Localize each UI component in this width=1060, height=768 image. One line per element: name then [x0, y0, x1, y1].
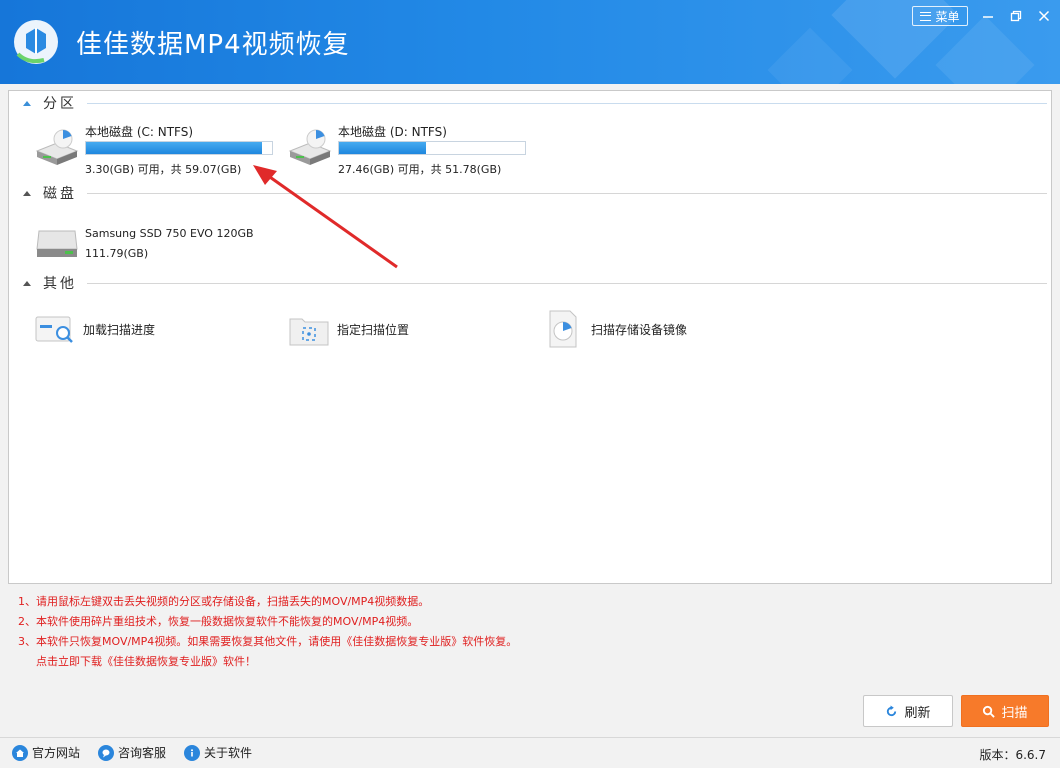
- divider: [87, 282, 1047, 284]
- search-icon: [983, 705, 996, 718]
- ssd-icon: [36, 230, 78, 257]
- refresh-label: 刷新: [904, 705, 931, 721]
- title-bar: 佳佳数据MP4视频恢复 菜单: [0, 0, 1060, 84]
- note-line: 1、请用鼠标左键双击丢失视频的分区或存储设备，扫描丢失的MOV/MP4视频数据。: [18, 595, 430, 608]
- status-bar: 官方网站 咨询客服 关于软件 版本：6.6.7: [0, 737, 1060, 768]
- disk-image-item[interactable]: 扫描存储设备镜像: [541, 309, 687, 349]
- chat-icon: [98, 744, 114, 761]
- usage-bar: [85, 141, 273, 155]
- device-panel: 分区 本地磁盘 (C: NTFS) 3.30(GB) 可用，共 59.07(GB…: [8, 90, 1052, 584]
- restore-button[interactable]: [1004, 6, 1028, 26]
- minimize-button[interactable]: [976, 6, 1000, 26]
- disk-image-icon: [541, 309, 585, 349]
- note-line: 3、本软件只恢复MOV/MP4视频。如果需要恢复其他文件，请使用《佳佳数据恢复专…: [18, 635, 518, 648]
- load-progress-item[interactable]: 加载扫描进度: [33, 309, 155, 349]
- close-icon: [1038, 10, 1050, 22]
- refresh-icon: [887, 704, 897, 716]
- other-item-label: 扫描存储设备镜像: [591, 322, 688, 337]
- collapse-arrow-icon: [23, 280, 31, 286]
- hamburger-icon: [920, 11, 932, 21]
- partition-item-c[interactable]: 本地磁盘 (C: NTFS) 3.30(GB) 可用，共 59.07(GB): [33, 123, 283, 179]
- scan-label: 扫描: [1001, 705, 1028, 721]
- close-button[interactable]: [1032, 6, 1056, 26]
- other-item-label: 指定扫描位置: [337, 322, 410, 337]
- partition-name: 本地磁盘 (D: NTFS): [338, 125, 447, 139]
- note-line: 2、本软件使用碎片重组技术，恢复一般数据恢复软件不能恢复的MOV/MP4视频。: [18, 615, 419, 628]
- other-item-label: 加载扫描进度: [83, 322, 156, 337]
- version-label: 版本：6.6.7: [979, 748, 1046, 762]
- partition-size: 3.30(GB) 可用，共 59.07(GB): [85, 163, 242, 176]
- divider: [87, 102, 1047, 104]
- partition-size: 27.46(GB) 可用，共 51.78(GB): [338, 163, 502, 176]
- usage-bar-fill: [339, 142, 427, 154]
- disk-size: 111.79(GB): [85, 247, 149, 260]
- home-icon: [12, 744, 28, 761]
- restore-icon: [1010, 10, 1022, 22]
- load-progress-icon: [33, 309, 77, 349]
- about-link[interactable]: 关于软件: [184, 744, 252, 761]
- scan-button[interactable]: 扫描: [961, 695, 1049, 727]
- website-link[interactable]: 官方网站: [12, 744, 80, 761]
- info-icon: [184, 744, 200, 761]
- decor-cube: [767, 27, 853, 84]
- app-logo-icon: [14, 20, 58, 64]
- section-label: 分区: [43, 96, 77, 112]
- collapse-arrow-icon: [23, 100, 31, 106]
- collapse-arrow-icon: [23, 190, 31, 196]
- section-other[interactable]: 其他: [21, 273, 1047, 293]
- support-link[interactable]: 咨询客服: [98, 744, 166, 761]
- folder-target-icon: [287, 309, 331, 349]
- notes: 1、请用鼠标左键双击丢失视频的分区或存储设备，扫描丢失的MOV/MP4视频数据。…: [18, 592, 1038, 672]
- partition-item-d[interactable]: 本地磁盘 (D: NTFS) 27.46(GB) 可用，共 51.78(GB): [286, 123, 536, 179]
- section-disk[interactable]: 磁盘: [21, 183, 1047, 203]
- hard-drive-icon: [288, 129, 332, 165]
- menu-label: 菜单: [935, 9, 960, 24]
- download-link[interactable]: 点击立即下载《佳佳数据恢复专业版》软件！: [18, 652, 1038, 672]
- partition-name: 本地磁盘 (C: NTFS): [85, 125, 194, 139]
- usage-bar: [338, 141, 526, 155]
- usage-bar-fill: [86, 142, 262, 154]
- disk-item[interactable]: Samsung SSD 750 EVO 120GB 111.79(GB): [33, 219, 273, 275]
- app-title: 佳佳数据MP4视频恢复: [76, 30, 350, 60]
- hard-drive-icon: [35, 129, 79, 165]
- refresh-button[interactable]: 刷新: [863, 695, 953, 727]
- section-label: 磁盘: [43, 186, 77, 202]
- minimize-icon: [983, 16, 993, 18]
- divider: [87, 192, 1047, 194]
- disk-name: Samsung SSD 750 EVO 120GB: [85, 227, 254, 240]
- section-label: 其他: [43, 276, 77, 292]
- about-label: 关于软件: [204, 746, 253, 760]
- support-label: 咨询客服: [118, 746, 167, 760]
- menu-button[interactable]: 菜单: [912, 6, 968, 26]
- section-partition[interactable]: 分区: [21, 93, 1047, 113]
- website-label: 官方网站: [32, 746, 81, 760]
- scan-location-item[interactable]: 指定扫描位置: [287, 309, 409, 349]
